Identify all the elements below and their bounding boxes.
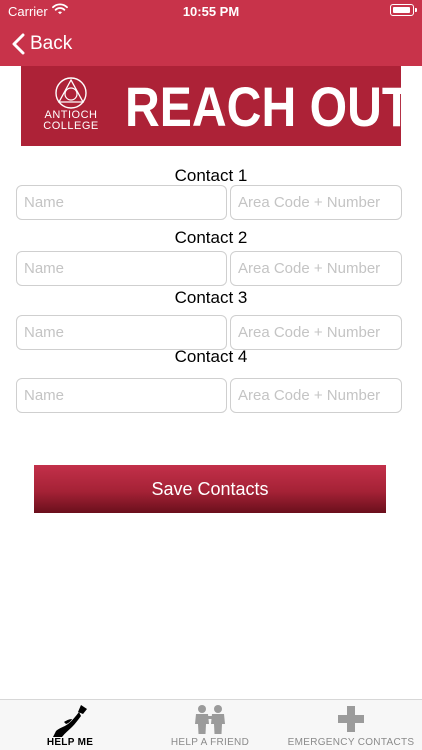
tab-bar: HELP ME HELP A FRIEND EMERGENCY CONTACTS xyxy=(0,699,422,750)
tab-help-a-friend-label: HELP A FRIEND xyxy=(170,737,250,748)
help-friend-icon xyxy=(190,704,230,741)
reach-out-banner: ANTIOCH COLLEGE REACH OUT xyxy=(21,66,411,146)
contact-3-label: Contact 3 xyxy=(174,288,248,307)
clock-label: 10:55 PM xyxy=(182,4,240,19)
emergency-cross-icon xyxy=(336,704,366,739)
banner-title: REACH OUT xyxy=(125,75,412,138)
contact-4-label: Contact 4 xyxy=(174,347,248,366)
contact-4-number-input[interactable] xyxy=(230,378,402,413)
navigation-bar: Carrier 10:55 PM Back xyxy=(0,0,422,66)
chevron-left-icon xyxy=(12,33,25,55)
contact-2-number-input[interactable] xyxy=(230,251,402,286)
logo-text-line2: COLLEGE xyxy=(43,120,99,132)
contact-2-label: Contact 2 xyxy=(174,228,248,247)
contact-1-number-input[interactable] xyxy=(230,185,402,220)
tab-emergency-contacts[interactable]: EMERGENCY CONTACTS xyxy=(280,700,422,750)
contact-1-name-input[interactable] xyxy=(16,185,227,220)
contact-4-name-input[interactable] xyxy=(16,378,227,413)
back-label: Back xyxy=(30,33,73,54)
tab-help-me-label: HELP ME xyxy=(46,737,94,748)
college-seal-icon xyxy=(55,77,87,109)
back-button[interactable]: Back xyxy=(12,31,72,57)
battery-icon xyxy=(390,4,417,16)
contact-3-number-input[interactable] xyxy=(230,315,402,350)
antioch-college-logo: ANTIOCH COLLEGE xyxy=(39,76,103,136)
status-bar: Carrier 10:55 PM xyxy=(0,0,422,22)
tab-emergency-contacts-label: EMERGENCY CONTACTS xyxy=(287,737,415,748)
save-contacts-button[interactable]: Save Contacts xyxy=(34,465,386,513)
contact-1-label: Contact 1 xyxy=(174,166,248,185)
contact-3-name-input[interactable] xyxy=(16,315,227,350)
contact-2-name-input[interactable] xyxy=(16,251,227,286)
tab-help-a-friend[interactable]: HELP A FRIEND xyxy=(140,700,280,750)
tab-help-me[interactable]: HELP ME xyxy=(0,700,140,750)
